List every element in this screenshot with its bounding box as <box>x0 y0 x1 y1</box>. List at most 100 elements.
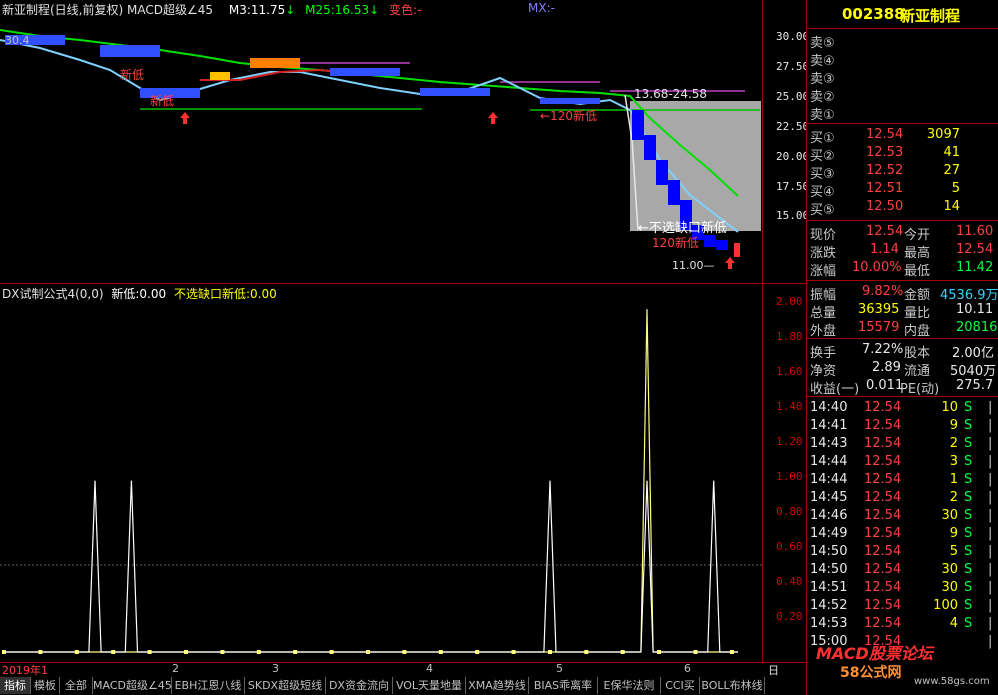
tab-ebh-rule[interactable]: E保华法则 <box>598 677 661 694</box>
baseline-marker <box>220 650 225 654</box>
trade-bar: | <box>988 400 993 415</box>
timeline-month: 3 <box>272 662 279 675</box>
trade-time: 14:53 <box>810 616 848 631</box>
tab-cci[interactable]: CCI买 <box>661 677 700 694</box>
baseline-marker <box>693 650 698 654</box>
fund-value: 7.22% <box>862 342 904 357</box>
trade-row: 14:40 12.54 10 S | <box>806 399 998 417</box>
trade-side: S <box>964 436 973 451</box>
baseline-marker <box>475 650 480 654</box>
buy-level-row: 买② 12.53 41 <box>806 144 998 164</box>
tab-template[interactable]: 模板 <box>31 677 60 694</box>
quote-value: 12.54 <box>866 224 904 239</box>
watermark-sub: 58公式网 <box>840 665 902 681</box>
trade-bar: | <box>988 454 993 469</box>
baseline-marker <box>293 650 298 654</box>
baseline-marker <box>329 650 334 654</box>
indicator-series-line <box>4 480 738 653</box>
trade-vol: 5 <box>949 544 958 559</box>
tab-vol[interactable]: VOL天量地量 <box>393 677 466 694</box>
fund-label: 收益(一) <box>810 382 860 397</box>
baseline-marker <box>657 650 662 654</box>
bottom-tick: 0.20 <box>776 610 803 623</box>
tab-ebh[interactable]: EBH江恩八线 <box>172 677 245 694</box>
indicator-pane[interactable]: DX试制公式4(0,0) 新低:0.00 不选缺口新低:0.00 2.00 1.… <box>0 284 806 662</box>
buy-price: 12.54 <box>866 127 904 142</box>
baseline-marker <box>38 650 43 654</box>
stat-value: 20816 <box>956 320 998 335</box>
timeline-month: 4 <box>426 662 433 675</box>
stat-label: 外盘 <box>810 324 837 339</box>
trade-bar: | <box>988 544 993 559</box>
trade-price: 12.54 <box>864 400 902 415</box>
kline-pane[interactable]: 新亚制程(日线,前复权) MACD超级∠45 M3:11.75↓ M25:16.… <box>0 0 810 284</box>
trade-bar: | <box>988 526 993 541</box>
trade-side: S <box>964 400 973 415</box>
top-tick: 20.00 <box>776 150 810 163</box>
new-low-120-label: ←120新低 <box>540 109 597 123</box>
trade-row: 14:46 12.54 30 S | <box>806 507 998 525</box>
tab-macd[interactable]: MACD超级∠45 <box>93 677 172 694</box>
trade-time: 14:45 <box>810 490 848 505</box>
tab-dx[interactable]: DX资金流向 <box>326 677 393 694</box>
tab-boll[interactable]: BOLL布林线 <box>700 677 765 694</box>
buy-vol: 14 <box>943 199 960 214</box>
trade-side: S <box>964 544 973 559</box>
baseline-marker <box>256 650 261 654</box>
tab-xma[interactable]: XMA趋势线 <box>466 677 529 694</box>
tab-indicator[interactable]: 指标 <box>0 677 31 694</box>
baseline-marker <box>729 650 734 654</box>
fund-value: 2.89 <box>872 360 901 375</box>
buy-vol: 27 <box>943 163 960 178</box>
bottom-tick: 0.60 <box>776 540 803 553</box>
tab-all[interactable]: 全部 <box>60 677 93 694</box>
trade-price: 12.54 <box>864 490 902 505</box>
quote-label: 最低 <box>904 264 931 279</box>
top-tick: 25.00 <box>776 90 810 103</box>
buy-arrow-3 <box>725 257 735 269</box>
buy-price: 12.52 <box>866 163 904 178</box>
quote-label: 涨幅 <box>810 264 837 279</box>
baseline-marker <box>74 650 79 654</box>
trade-side: S <box>964 508 973 523</box>
buy-level-row: 买① 12.54 3097 <box>806 126 998 146</box>
trade-price: 12.54 <box>864 418 902 433</box>
trade-side: S <box>964 598 973 613</box>
sell-label: 卖① <box>810 108 835 123</box>
trade-time: 14:52 <box>810 598 848 613</box>
range-box <box>630 101 761 231</box>
trade-row: 14:43 12.54 2 S | <box>806 435 998 453</box>
quote-value: 12.54 <box>956 242 994 257</box>
trade-side: S <box>964 472 973 487</box>
trade-price: 12.54 <box>864 544 902 559</box>
trade-side: S <box>964 526 973 541</box>
tab-bias[interactable]: BIAS乖离率 <box>529 677 598 694</box>
trade-time: 14:41 <box>810 418 848 433</box>
buy-vol: 5 <box>951 181 960 196</box>
trade-bar: | <box>988 580 993 595</box>
fund-value: 275.7 <box>956 378 994 393</box>
trade-row: 14:52 12.54 100 S | <box>806 597 998 615</box>
baseline-marker <box>366 650 370 654</box>
stat-label: 内盘 <box>904 324 931 339</box>
trade-row: 14:49 12.54 9 S | <box>806 525 998 543</box>
left-new-low-label-b: 新低 <box>150 94 175 108</box>
trade-time: 14:49 <box>810 526 848 541</box>
trade-vol: 2 <box>949 436 958 451</box>
stock-name: 新亚制程 <box>900 7 961 25</box>
bottom-axis-border <box>762 284 763 662</box>
kline-chart <box>0 29 761 269</box>
trade-row: 14:50 12.54 5 S | <box>806 543 998 561</box>
stock-header: 002388 新亚制程 <box>806 4 998 26</box>
quote-value: 1.14 <box>870 242 899 257</box>
trade-price: 12.54 <box>864 562 902 577</box>
indicator-tab-bar: 指标 模板 全部 MACD超级∠45 EBH江恩八线 SKDX超级短线 DX资金… <box>0 677 825 695</box>
buy-price: 12.51 <box>866 181 904 196</box>
trade-time: 14:40 <box>810 400 848 415</box>
trade-price: 12.54 <box>864 580 902 595</box>
tab-skdx[interactable]: SKDX超级短线 <box>245 677 326 694</box>
baseline-marker <box>184 650 188 654</box>
trade-time: 14:46 <box>810 508 848 523</box>
new-low-120-label-b: 120新低 <box>652 236 699 250</box>
trade-row: 14:53 12.54 4 S | <box>806 615 998 633</box>
